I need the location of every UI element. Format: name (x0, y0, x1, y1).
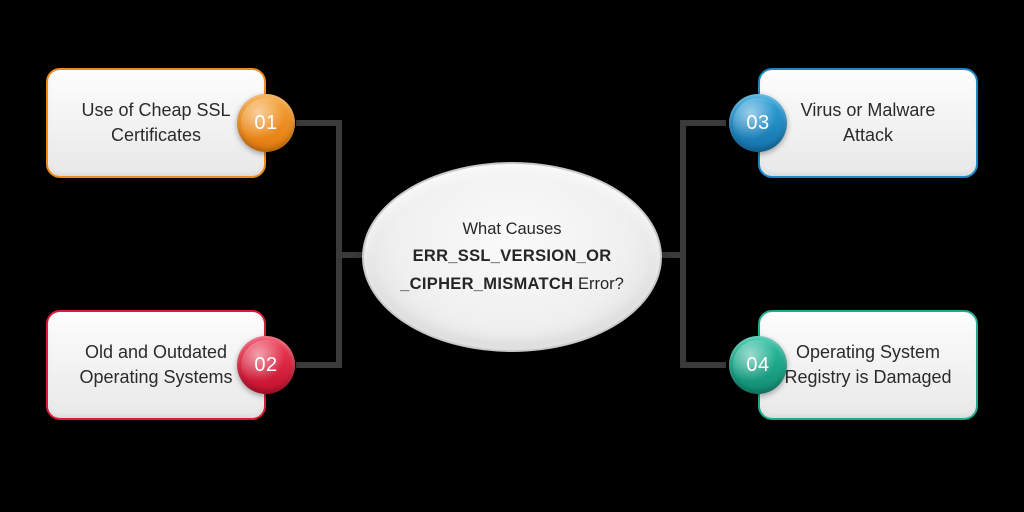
center-topic: What Causes ERR_SSL_VERSION_OR _CIPHER_M… (362, 162, 662, 352)
cause-text: Virus or Malware Attack (782, 98, 954, 148)
badge-number: 03 (746, 112, 769, 135)
cause-number-badge-1: 01 (237, 94, 295, 152)
badge-number: 01 (254, 112, 277, 135)
diagram-canvas: What Causes ERR_SSL_VERSION_OR _CIPHER_M… (0, 0, 1024, 512)
cause-card-1: Use of Cheap SSL Certificates (46, 68, 266, 178)
center-error-code-2: _CIPHER_MISMATCH (400, 275, 573, 293)
cause-number-badge-2: 02 (237, 336, 295, 394)
center-line1: What Causes (462, 220, 561, 238)
badge-number: 02 (254, 354, 277, 377)
cause-card-2: Old and Outdated Operating Systems (46, 310, 266, 420)
center-label: What Causes ERR_SSL_VERSION_OR _CIPHER_M… (400, 216, 624, 298)
badge-number: 04 (746, 354, 769, 377)
cause-card-3: Virus or Malware Attack (758, 68, 978, 178)
cause-text: Operating System Registry is Damaged (782, 340, 954, 390)
center-suffix: Error? (573, 275, 623, 293)
cause-number-badge-4: 04 (729, 336, 787, 394)
connector-line (680, 120, 726, 126)
cause-text: Old and Outdated Operating Systems (70, 340, 242, 390)
cause-card-4: Operating System Registry is Damaged (758, 310, 978, 420)
center-error-code-1: ERR_SSL_VERSION_OR (413, 247, 612, 265)
connector-line (680, 362, 726, 368)
connector-line (336, 120, 342, 368)
cause-number-badge-3: 03 (729, 94, 787, 152)
cause-text: Use of Cheap SSL Certificates (70, 98, 242, 148)
connector-line (680, 120, 686, 368)
